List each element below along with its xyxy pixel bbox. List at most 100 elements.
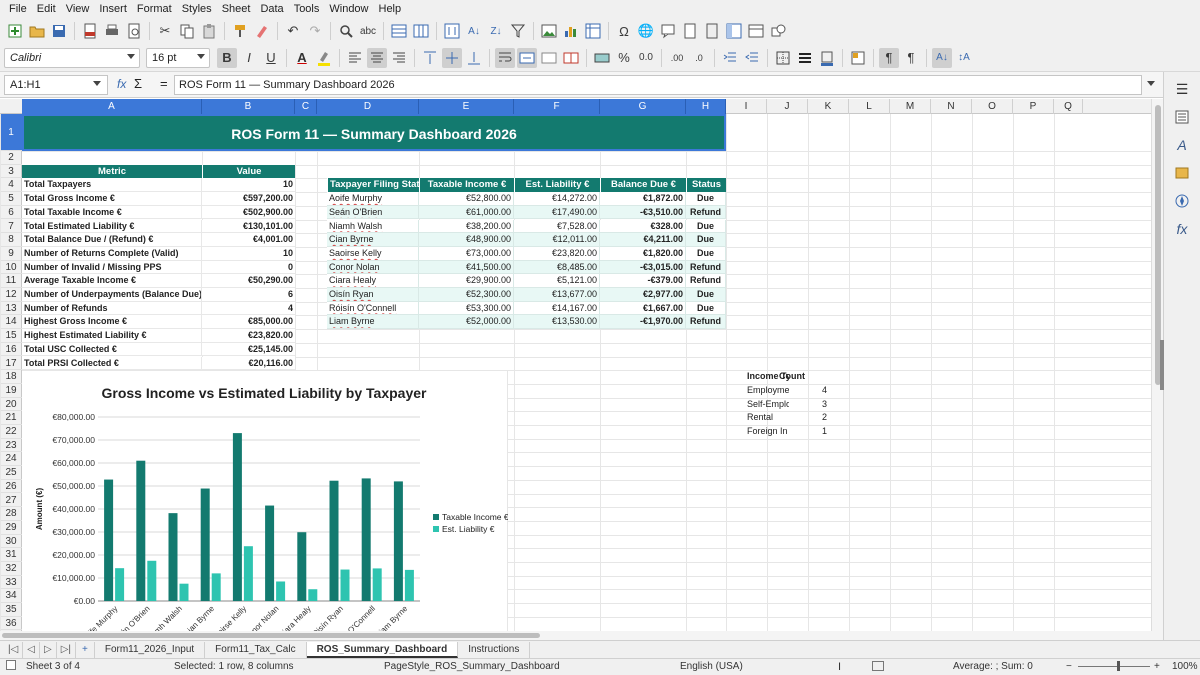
status-table-cell[interactable]: €29,900.00: [419, 274, 514, 288]
row-header-11[interactable]: 11: [0, 274, 22, 288]
status-table-cell[interactable]: €73,000.00: [419, 246, 514, 261]
align-right-icon[interactable]: [389, 48, 409, 68]
row-icon[interactable]: [389, 21, 409, 41]
percent-format-icon[interactable]: %: [614, 48, 634, 68]
status-table-cell[interactable]: €12,011.00: [514, 233, 600, 247]
taxpayer-name[interactable]: Saoirse Kelly: [327, 246, 419, 261]
align-left-icon[interactable]: [345, 48, 365, 68]
column-header-E[interactable]: E: [419, 99, 514, 114]
export-pdf-icon[interactable]: [80, 21, 100, 41]
filing-status[interactable]: Due: [686, 301, 726, 316]
taxpayer-name[interactable]: Róisín O'Connell: [327, 301, 419, 316]
row-header-17[interactable]: 17: [0, 357, 22, 371]
pivot-table-icon[interactable]: [583, 21, 603, 41]
paste-icon[interactable]: [199, 21, 219, 41]
spelling-icon[interactable]: abc: [358, 21, 378, 41]
row-header-2[interactable]: 2: [0, 151, 22, 165]
column-header-P[interactable]: P: [1013, 99, 1054, 114]
column-header-H[interactable]: H: [686, 99, 726, 114]
spreadsheet-grid[interactable]: ABCDEFGHIJKLMNOPQ 1 2 3 4 5 6 7 8 9 10 11 12 13 14 15 1…: [0, 99, 1163, 631]
column-header-L[interactable]: L: [849, 99, 890, 114]
metric-value[interactable]: €20,116.00: [202, 356, 295, 371]
income-type-count[interactable]: 4: [820, 384, 850, 398]
row-header-12[interactable]: 12: [0, 288, 22, 302]
row-header-35[interactable]: 35: [0, 603, 22, 617]
metric-label[interactable]: Total Estimated Liability €: [22, 219, 202, 234]
column-header-I[interactable]: I: [726, 99, 767, 114]
decrease-indent-icon[interactable]: [742, 48, 762, 68]
filing-status[interactable]: Due: [686, 192, 726, 206]
copy-icon[interactable]: [177, 21, 197, 41]
sheet-tab[interactable]: Instructions: [458, 641, 531, 658]
column-header-K[interactable]: K: [808, 99, 849, 114]
comment-icon[interactable]: [658, 21, 678, 41]
metrics-header-metric[interactable]: Metric: [22, 164, 202, 179]
split-window-icon[interactable]: [746, 21, 766, 41]
status-table-cell[interactable]: €61,000.00: [419, 205, 514, 220]
metric-label[interactable]: Total Taxable Income €: [22, 205, 202, 220]
status-language[interactable]: English (USA): [680, 661, 743, 672]
row-header-29[interactable]: 29: [0, 521, 22, 535]
metric-value[interactable]: €25,145.00: [202, 342, 295, 357]
align-center-icon[interactable]: [367, 47, 387, 68]
wrap-text-icon[interactable]: [495, 47, 515, 68]
row-header-8[interactable]: 8: [0, 233, 22, 247]
column-header-M[interactable]: M: [890, 99, 931, 114]
metric-value[interactable]: 10: [202, 178, 295, 193]
row-header-16[interactable]: 16: [0, 343, 22, 357]
status-table-cell[interactable]: €52,300.00: [419, 288, 514, 302]
row-header-19[interactable]: 19: [0, 384, 22, 398]
row-header-30[interactable]: 30: [0, 535, 22, 549]
horizontal-scrollbar[interactable]: [0, 631, 1163, 640]
sort-icon[interactable]: [442, 21, 462, 41]
taxpayer-name[interactable]: Ciara Healy: [327, 274, 419, 288]
new-icon[interactable]: [5, 21, 25, 41]
zoom-level[interactable]: 100%: [1172, 661, 1198, 672]
menu-help[interactable]: Help: [374, 0, 407, 18]
row-header-4[interactable]: 4: [0, 178, 22, 193]
filing-status[interactable]: Due: [686, 288, 726, 302]
taxpayer-name[interactable]: Conor Nolan: [327, 260, 419, 275]
row-header-27[interactable]: 27: [0, 494, 22, 508]
row-header-9[interactable]: 9: [0, 247, 22, 261]
next-sheet-icon[interactable]: ▷: [40, 641, 57, 658]
taxpayer-name[interactable]: Aoife Murphy: [327, 192, 419, 206]
column-header-A[interactable]: A: [22, 99, 202, 114]
vertical-text-icon[interactable]: A↓: [932, 47, 952, 68]
status-table-cell[interactable]: €1,667.00: [600, 301, 686, 316]
status-table-header[interactable]: Status: [686, 178, 726, 193]
metric-label[interactable]: Number of Returns Complete (Valid): [22, 246, 202, 261]
special-character-icon[interactable]: Ω: [614, 21, 634, 41]
row-header-3[interactable]: 3: [0, 165, 22, 179]
border-style-icon[interactable]: [795, 48, 815, 68]
income-type-count[interactable]: 3: [820, 398, 850, 412]
borders-icon[interactable]: [773, 48, 793, 68]
font-size-combo[interactable]: 16 pt: [146, 47, 210, 68]
navigator-icon[interactable]: [1173, 192, 1191, 210]
redo-icon[interactable]: ↷: [305, 21, 325, 41]
metric-label[interactable]: Number of Underpayments (Balance Due): [22, 288, 202, 302]
clone-formatting-icon[interactable]: [230, 21, 250, 41]
row-header-33[interactable]: 33: [0, 576, 22, 590]
underline-icon[interactable]: U: [261, 48, 281, 68]
menu-view[interactable]: View: [61, 0, 95, 18]
menu-styles[interactable]: Styles: [177, 0, 217, 18]
column-header-N[interactable]: N: [931, 99, 972, 114]
status-table-cell[interactable]: €14,167.00: [514, 301, 600, 316]
taxpayer-name[interactable]: Oisín Ryan: [327, 288, 419, 302]
headers-footers-icon[interactable]: [680, 21, 700, 41]
metric-label[interactable]: Number of Invalid / Missing PPS: [22, 260, 202, 275]
status-table-header[interactable]: Taxable Income €: [419, 178, 514, 193]
metric-value[interactable]: €130,101.00: [202, 219, 295, 234]
metric-value[interactable]: €50,290.00: [202, 274, 295, 288]
font-name-combo[interactable]: Calibri: [4, 47, 140, 68]
metric-label[interactable]: Total PRSI Collected €: [22, 356, 202, 371]
row-header-32[interactable]: 32: [0, 562, 22, 576]
image-icon[interactable]: [539, 21, 559, 41]
row-header-15[interactable]: 15: [0, 329, 22, 343]
metric-value[interactable]: 0: [202, 260, 295, 275]
hyperlink-icon[interactable]: 🌐: [636, 21, 656, 41]
status-table-cell[interactable]: €23,820.00: [514, 246, 600, 261]
filing-status[interactable]: Due: [686, 219, 726, 234]
column-header-Q[interactable]: Q: [1054, 99, 1083, 114]
